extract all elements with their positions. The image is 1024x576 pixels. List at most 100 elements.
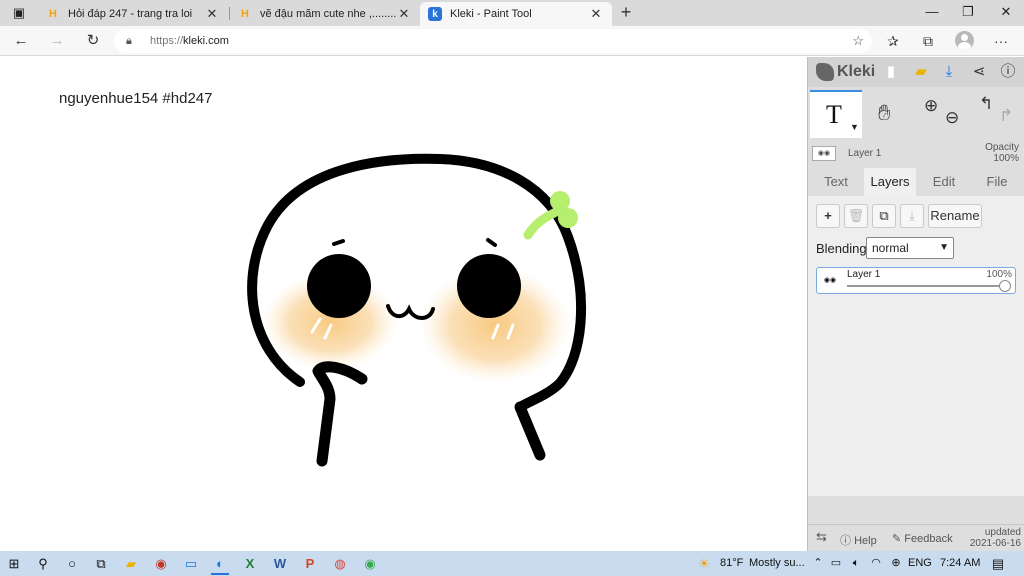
battery-icon[interactable]: ▭ [826,554,846,573]
chrome-icon[interactable]: ◍ [330,554,350,573]
collections-icon[interactable]: ⧉ [917,30,939,52]
layer-list-item[interactable]: ◉◉ Layer 1 100% [816,267,1016,294]
hand-tool-icon[interactable]: ✋︎ [878,100,891,126]
add-layer-button[interactable]: + [816,204,840,228]
delete-layer-button[interactable]: 🗑︎ [844,204,868,228]
minimize-button[interactable]: — [914,2,950,22]
tab-actions-icon[interactable]: ▣ [6,3,32,23]
chevron-down-icon[interactable]: ▼ [850,122,859,132]
zoom-out-icon[interactable]: ⊖ [945,108,959,128]
new-image-icon[interactable]: ▮ [881,62,901,82]
excel-icon[interactable]: X [240,554,260,573]
weather-desc[interactable]: Mostly su... [749,557,805,569]
search-icon[interactable]: ⚲ [33,554,53,573]
settings-more-icon[interactable]: ··· [990,30,1012,52]
tab-layers[interactable]: Layers [864,168,916,196]
layer-opacity-slider[interactable] [847,285,1007,287]
blending-select[interactable]: normal ▼ [866,237,954,259]
browser-tab-vedau[interactable]: H vẽ đậu mãm cute nhe ,.......... ✕ [230,2,420,26]
maximize-button[interactable]: ❐ [950,2,986,22]
wifi-icon[interactable]: ◠ [866,554,886,573]
url-protocol: https:// [150,35,184,47]
windows-start-icon[interactable]: ⊞ [4,554,24,573]
new-tab-button[interactable]: + [616,3,636,23]
tab-text[interactable]: Text [814,168,858,196]
app-red-icon[interactable]: ◉ [151,554,171,573]
clock[interactable]: 7:24 AM [940,557,980,569]
browser-tab-strip: ▣ H Hỏi đáp 247 - trang tra loi ✕ H vẽ đ… [0,0,1024,26]
hoidap-favicon-icon: H [49,8,57,20]
redo-icon[interactable]: ↱ [999,106,1013,126]
weather-temp[interactable]: 81°F [720,557,743,569]
swap-panel-icon[interactable]: ⇆ [816,529,827,545]
browser-toolbar: ← → ↻ 🔒︎ https:// kleki.com ☆ ✰ ⧉ ··· [0,26,1024,56]
lock-icon[interactable]: 🔒︎ [126,35,142,48]
browser-tab-kleki[interactable]: k Kleki - Paint Tool ✕ [420,2,612,26]
volume-icon[interactable]: 🔈︎ [846,554,866,573]
kleki-logo[interactable]: Kleki [816,63,875,81]
layer-summary-name: Layer 1 [848,148,882,159]
kleki-logo-icon [816,63,834,81]
help-link[interactable]: ⓘ Help [840,532,877,548]
left-arm [312,361,368,467]
layer-summary-opacity: Opacity 100% [985,142,1019,164]
kleki-side-panel: Kleki ▮ ▰ ⤓ ⋖ ⓘ T ▼ ✋︎ ⊕ ⊖ ↰ ↱ ◉◉ Layer … [807,57,1024,551]
network-icon[interactable]: ⊕ [886,554,906,573]
merge-layer-button[interactable]: ⤓ [900,204,924,228]
reload-button[interactable]: ↻ [82,30,104,52]
zoom-in-icon[interactable]: ⊕ [924,96,938,116]
updated-info: updated 2021-06-16 [970,527,1021,549]
kleki-header: Kleki ▮ ▰ ⤓ ⋖ ⓘ [808,57,1024,87]
layers-tab-body: + 🗑︎ ⧉ ⤓ Rename Blending normal ▼ ◉◉ Lay… [808,196,1024,496]
edge-icon[interactable]: ◐ [210,554,230,573]
text-tool-button[interactable]: T ▼ [810,90,862,138]
profile-avatar[interactable] [955,31,974,50]
notification-icon[interactable]: ▤ [988,554,1008,573]
chevron-up-icon[interactable]: ⌃ [808,554,828,573]
open-folder-icon[interactable]: ▰ [911,62,931,82]
doodle-drawing [247,153,586,467]
right-eye [457,254,521,318]
tab-close-icon[interactable]: ✕ [396,6,412,22]
layer-thumbnail: ◉◉ [812,146,836,161]
cortana-icon[interactable]: ○ [62,554,82,573]
download-icon[interactable]: ⤓ [939,62,959,82]
share-icon[interactable]: ⋖ [969,62,989,82]
tab-edit[interactable]: Edit [922,168,966,196]
blending-label: Blending [816,241,867,256]
chrome-alt-icon[interactable]: ◉ [360,554,380,573]
left-eyebrow [332,239,345,246]
monitor-icon[interactable]: ▭ [181,554,201,573]
opacity-label: Opacity [985,142,1019,153]
drawing-canvas[interactable]: nguyenhue154 #hd247 [0,57,807,551]
browser-tab-hoidap[interactable]: H Hỏi đáp 247 - trang tra loi ✕ [38,2,228,26]
help-circle-icon[interactable]: ⓘ [998,62,1018,82]
hoidap-favicon-icon: H [241,8,249,20]
close-window-button[interactable]: ✕ [988,2,1024,22]
favorites-icon[interactable]: ✰ [882,30,904,52]
task-view-icon[interactable]: ⧉ [91,554,111,573]
rename-layer-button[interactable]: Rename [928,204,982,228]
tab-file[interactable]: File [974,168,1020,196]
duplicate-layer-button[interactable]: ⧉ [872,204,896,228]
updated-date: 2021-06-16 [969,538,1021,549]
tab-close-icon[interactable]: ✕ [588,6,604,22]
address-bar[interactable]: 🔒︎ https:// kleki.com ☆ [114,29,872,53]
feedback-link[interactable]: ✎ Feedback [892,532,953,545]
powerpoint-icon[interactable]: P [300,554,320,573]
updated-label: updated [984,527,1021,538]
layer-opacity-handle[interactable] [999,280,1011,292]
panel-tabs: Text Layers Edit File [808,168,1024,196]
back-button[interactable]: ← [10,30,32,52]
language-indicator[interactable]: ENG [908,557,932,569]
undo-icon[interactable]: ↰ [979,94,993,114]
layer-name: Layer 1 [847,269,881,280]
right-eyebrow [486,238,497,247]
weather-icon[interactable]: ☀︎ [694,554,714,573]
tab-close-icon[interactable]: ✕ [204,6,220,22]
word-icon[interactable]: W [270,554,290,573]
file-explorer-icon[interactable]: ▰ [121,554,141,573]
add-favorite-icon[interactable]: ☆ [852,33,864,49]
forward-button[interactable]: → [46,30,68,52]
active-layer-summary: ◉◉ Layer 1 Opacity 100% [808,142,1024,164]
